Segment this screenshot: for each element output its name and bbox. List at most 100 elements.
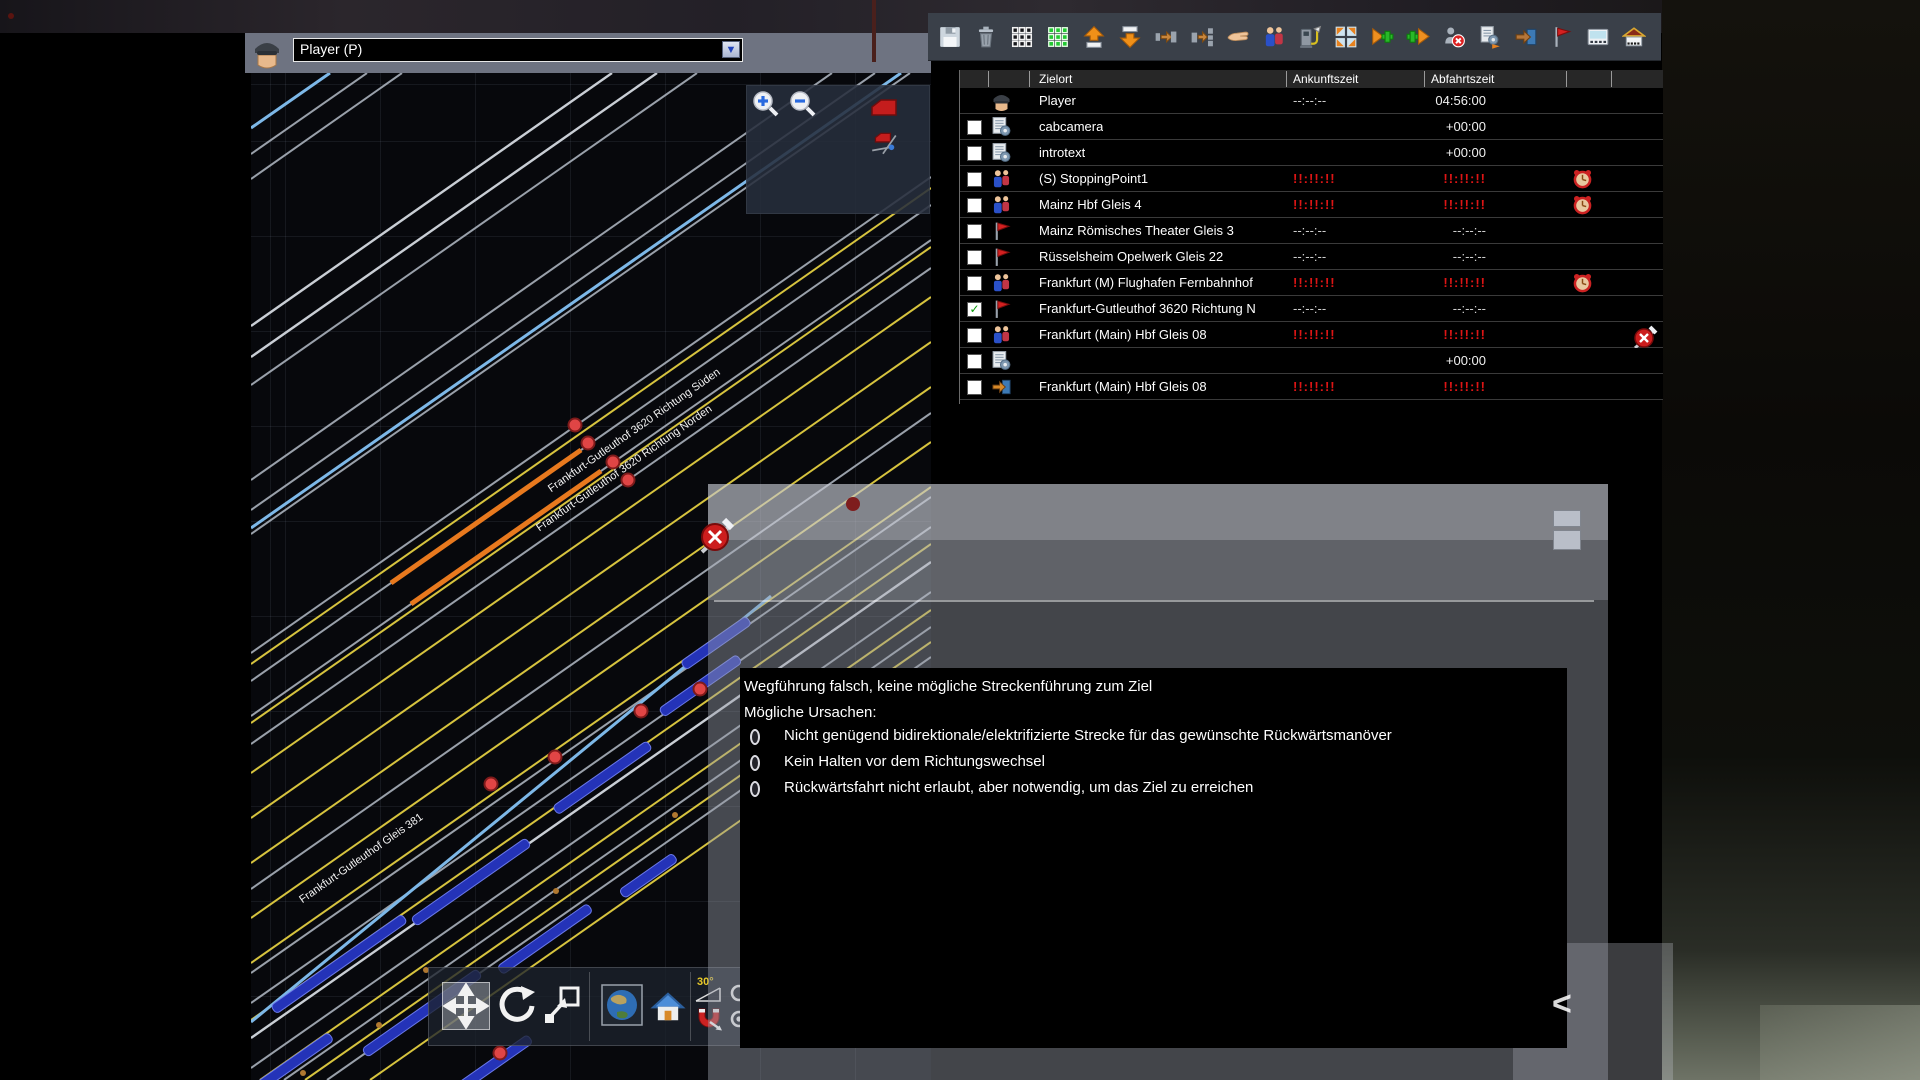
jump-tool-button[interactable]: [541, 982, 583, 1028]
service-settings-button[interactable]: [1478, 25, 1502, 49]
driver-dropdown[interactable]: Player (P) ▼: [293, 38, 743, 62]
map-controls-box: [746, 85, 930, 214]
row-checkbox[interactable]: [967, 328, 982, 343]
track-label-gleis381: Frankfurt-Gutleuthof Gleis 381: [297, 811, 425, 906]
table-row[interactable]: Rüsselsheim Opelwerk Gleis 22 --:--:-- -…: [960, 244, 1663, 270]
error-cause: Nicht genügend bidirektionale/elektrifiz…: [784, 727, 1392, 744]
dialog-subheader-band: [708, 540, 1608, 600]
table-row[interactable]: introtext +00:00: [960, 140, 1663, 166]
row-checkbox-checked[interactable]: ✓: [967, 302, 982, 317]
timetable-table: Zielort Ankunftszeit Abfahrtszeit Player…: [959, 70, 1662, 404]
import-button[interactable]: [1082, 25, 1106, 49]
table-row[interactable]: cabcamera +00:00: [960, 114, 1663, 140]
table-header: Zielort Ankunftszeit Abfahrtszeit: [960, 70, 1663, 88]
destination-flag-button[interactable]: [1550, 25, 1574, 49]
blocked-path-pin-icon: [694, 508, 740, 558]
main-toolbar: [928, 13, 1661, 61]
depot-button[interactable]: [1622, 25, 1646, 49]
arrow-into-box-button[interactable]: [1154, 25, 1178, 49]
add-instruction-button[interactable]: [1406, 25, 1430, 49]
grid-filled-view-button[interactable]: [1046, 25, 1070, 49]
table-row[interactable]: Frankfurt (Main) Hbf Gleis 08 !!:!!:!! !…: [960, 374, 1663, 400]
home-button[interactable]: [649, 987, 687, 1025]
grid-view-button[interactable]: [1010, 25, 1034, 49]
error-cause: Kein Halten vor dem Richtungswechsel: [784, 753, 1045, 770]
col-abfahrt[interactable]: Abfahrtszeit: [1431, 72, 1494, 86]
row-checkbox[interactable]: [967, 120, 982, 135]
row-checkbox[interactable]: [967, 354, 982, 369]
remove-driver-button[interactable]: [1442, 25, 1466, 49]
red-dot-marker: [846, 497, 860, 511]
table-row[interactable]: Frankfurt (M) Flughafen Fernbahnhof !!:!…: [960, 270, 1663, 296]
driver-avatar-icon: [252, 35, 282, 69]
zoom-out-icon[interactable]: [788, 89, 818, 119]
world-signal-dot: [8, 13, 14, 19]
table-row[interactable]: Mainz Römisches Theater Gleis 3 --:--:--…: [960, 218, 1663, 244]
table-row[interactable]: Player --:--:-- 04:56:00: [960, 88, 1663, 114]
instruction-icon: [991, 116, 1012, 138]
error-causes-label: Mögliche Ursachen:: [744, 704, 877, 721]
delete-button[interactable]: [974, 25, 998, 49]
error-title: Wegführung falsch, keine mögliche Streck…: [744, 678, 1152, 695]
row-checkbox[interactable]: [967, 198, 982, 213]
row-checkbox[interactable]: [967, 380, 982, 395]
dialog-header-band: [708, 484, 1608, 540]
passengers-icon: [991, 168, 1012, 190]
bullet-icon: [750, 755, 760, 771]
bullet-icon: [750, 781, 760, 797]
bullet-icon: [750, 729, 760, 745]
alarm-clock-icon: [1572, 168, 1593, 189]
pick-hand-button[interactable]: [1226, 25, 1250, 49]
row-checkbox[interactable]: [967, 276, 982, 291]
dialog-message-box: Wegführung falsch, keine mögliche Streck…: [740, 668, 1567, 1048]
fuel-button[interactable]: [1298, 25, 1322, 49]
table-row[interactable]: +00:00: [960, 348, 1663, 374]
driver-icon: [991, 90, 1012, 112]
error-dialog: Wegführung falsch, keine mögliche Streck…: [708, 484, 1608, 1080]
globe-button[interactable]: [601, 984, 643, 1026]
col-zielort[interactable]: Zielort: [1039, 72, 1072, 86]
world-flag-pole: [872, 0, 876, 62]
row-checkbox[interactable]: [967, 172, 982, 187]
collapse-chevron[interactable]: <: [1552, 985, 1572, 1024]
dialog-divider: [714, 600, 1594, 602]
row-checkbox[interactable]: [967, 146, 982, 161]
ramp-large-icon[interactable]: [869, 92, 899, 122]
instruction-icon: [991, 350, 1012, 372]
table-row[interactable]: Frankfurt (Main) Hbf Gleis 08 !!:!!:!! !…: [960, 322, 1663, 348]
driver-dropdown-value: Player (P): [300, 41, 362, 57]
export-button[interactable]: [1118, 25, 1142, 49]
passengers-icon: [991, 272, 1012, 294]
add-driver-button[interactable]: [1370, 25, 1394, 49]
dialog-window-chip[interactable]: [1553, 530, 1581, 550]
rotate-tool-button[interactable]: [495, 982, 539, 1028]
ramp-gradient-icon[interactable]: [869, 128, 899, 158]
dropdown-arrow-icon[interactable]: ▼: [722, 41, 740, 58]
zoom-in-icon[interactable]: [751, 89, 781, 119]
save-button[interactable]: [938, 25, 962, 49]
table-row[interactable]: Mainz Hbf Gleis 4 !!:!!:!! !!:!!:!!: [960, 192, 1663, 218]
dialog-window-chip[interactable]: [1553, 510, 1581, 527]
passengers-icon: [991, 194, 1012, 216]
table-row[interactable]: ✓ Frankfurt-Gutleuthof 3620 Richtung N -…: [960, 296, 1663, 322]
alarm-clock-icon: [1572, 272, 1593, 293]
portal-button[interactable]: [1514, 25, 1538, 49]
arrow-out-box-button[interactable]: [1190, 25, 1214, 49]
row-checkbox[interactable]: [967, 224, 982, 239]
alarm-clock-icon: [1572, 194, 1593, 215]
expand-button[interactable]: [1334, 25, 1358, 49]
move-tool-button[interactable]: [442, 982, 490, 1030]
flag-icon: [991, 246, 1012, 268]
error-cause: Rückwärtsfahrt nicht erlaubt, aber notwe…: [784, 779, 1253, 796]
table-row[interactable]: (S) StoppingPoint1 !!:!!:!! !!:!!:!!: [960, 166, 1663, 192]
display-button[interactable]: [1586, 25, 1610, 49]
passengers-button[interactable]: [1262, 25, 1286, 49]
flag-icon: [991, 220, 1012, 242]
world-backdrop-right: [1662, 0, 1920, 1080]
instruction-icon: [991, 142, 1012, 164]
col-ankunft[interactable]: Ankunftszeit: [1293, 72, 1358, 86]
passengers-icon: [991, 324, 1012, 346]
row-checkbox[interactable]: [967, 250, 982, 265]
portal-icon: [991, 376, 1012, 398]
flag-icon: [991, 298, 1012, 320]
